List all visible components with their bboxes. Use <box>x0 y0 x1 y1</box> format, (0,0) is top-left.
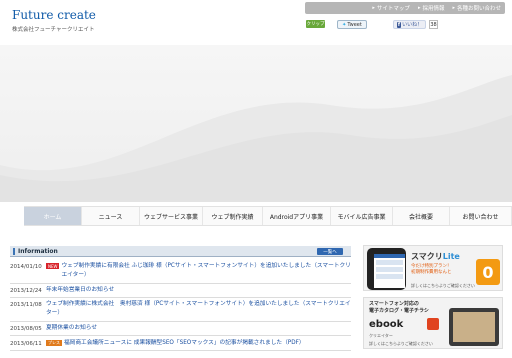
ebook-book-icon <box>427 318 439 330</box>
nav-home[interactable]: ホーム <box>24 207 82 225</box>
banner-line-1: スマートフォン対応の <box>369 301 419 307</box>
nav-android-app[interactable]: Androidアプリ事業 <box>263 207 331 225</box>
like-count: 38 <box>429 20 438 29</box>
banner-text: 今だけ特別プラン！ 初期制作費用なんと <box>411 264 452 276</box>
news-link[interactable]: ウェブ制作実績に有限会社 ふじ珈琲 様（PCサイト・スマートフォンサイト）を追加… <box>61 262 351 279</box>
nav-mobile-ads[interactable]: モバイル広告事業 <box>331 207 393 225</box>
facebook-like-button[interactable]: f いいね！ <box>393 20 426 29</box>
like-label: いいね！ <box>402 22 423 28</box>
press-badge: プレス <box>46 340 62 346</box>
news-item: 2014/01/10 NEW ウェブ制作実績に有限会社 ふじ珈琲 様（PCサイト… <box>10 262 351 284</box>
logo[interactable]: Future create <box>12 8 96 22</box>
banner-text: スマートフォン対応の 電子カタログ・電子チラシ <box>369 301 429 315</box>
news-date: 2013/11/08 <box>10 302 42 308</box>
news-link[interactable]: 年末年始営業日のお知らせ <box>46 286 114 295</box>
nav-news[interactable]: ニュース <box>82 207 140 225</box>
news-item: 2013/12/24 年末年始営業日のお知らせ <box>10 286 351 298</box>
news-link[interactable]: ウェブ制作実績に株式会社 奥村慈済 様（PCサイト・スマートフォンサイト）を追加… <box>46 300 351 317</box>
nav-web-works[interactable]: ウェブ制作実績 <box>203 207 263 225</box>
news-date: 2013/12/24 <box>10 288 42 294</box>
banner-line-2: 電子カタログ・電子チラシ <box>369 308 429 314</box>
sitemap-link[interactable]: ▸ サイトマップ <box>372 4 410 12</box>
recruit-label: 採用情報 <box>422 6 445 12</box>
banner-title-main: スマクリ <box>411 252 443 261</box>
news-date: 2013/06/11 <box>10 341 42 347</box>
banner-line-2: 初期制作費用なんと <box>411 270 452 275</box>
banner-title: スマクリLite <box>411 251 460 262</box>
information-title: Information <box>13 247 58 255</box>
news-link[interactable]: 福岡商工会議所ニュースに 成果報酬型SEO「SEOマックス」の記事が掲載されまし… <box>64 339 305 348</box>
ebook-creator-banner[interactable]: スマートフォン対応の 電子カタログ・電子チラシ ebook クリエイター 詳しく… <box>363 297 503 349</box>
contact-label: 各種お問い合わせ <box>456 6 501 12</box>
hero-wave-graphic <box>0 75 512 202</box>
contact-link[interactable]: ▸ 各種お問い合わせ <box>452 4 501 12</box>
arrow-icon: ▸ <box>372 5 375 11</box>
tweet-button[interactable]: ✦ Tweet <box>337 20 367 29</box>
new-badge: NEW <box>46 263 60 269</box>
nav-web-service[interactable]: ウェブサービス事業 <box>140 207 203 225</box>
news-item: 2013/06/11 プレス 福岡商工会議所ニュースに 成果報酬型SEO「SEO… <box>10 339 351 351</box>
company-name: 株式会社フューチャークリエイト <box>12 27 95 33</box>
twitter-bird-icon: ✦ <box>342 21 347 28</box>
news-item: 2013/11/08 ウェブ制作実績に株式会社 奥村慈済 様（PCサイト・スマー… <box>10 300 351 322</box>
ebook-logo: ebook <box>369 319 404 330</box>
news-date: 2013/08/05 <box>10 326 42 332</box>
information-header: Information <box>10 246 351 257</box>
clip-button[interactable]: クリップ <box>306 20 325 28</box>
news-date: 2014/01/10 <box>10 264 42 270</box>
tweet-label: Tweet <box>347 21 362 28</box>
nav-company[interactable]: 会社概要 <box>393 207 450 225</box>
smacre-lite-banner[interactable]: スマクリLite 今だけ特別プラン！ 初期制作費用なんと 0 詳しくはこちらより… <box>363 245 503 291</box>
smartphone-image <box>367 248 406 290</box>
zero-yen-badge: 0 <box>476 259 500 285</box>
nav-contact[interactable]: お問い合わせ <box>450 207 512 225</box>
news-list-button[interactable]: 一覧へ <box>317 248 343 255</box>
utility-bar: ▸ サイトマップ ▸ 採用情報 ▸ 各種お問い合わせ <box>305 2 505 14</box>
recruit-link[interactable]: ▸ 採用情報 <box>418 4 445 12</box>
tablet-image <box>449 308 499 346</box>
facebook-icon: f <box>396 21 402 28</box>
arrow-icon: ▸ <box>452 5 455 11</box>
hero-banner <box>0 45 512 202</box>
banner-link: 詳しくはこちらよりご確認ください <box>369 341 433 346</box>
news-item: 2013/08/05 夏期休業のお知らせ <box>10 324 351 336</box>
banner-title-accent: Lite <box>442 252 460 261</box>
arrow-icon: ▸ <box>417 5 421 11</box>
global-nav: ホーム ニュース ウェブサービス事業 ウェブ制作実績 Androidアプリ事業 … <box>24 206 512 226</box>
banner-link: 詳しくはこちらよりご確認ください <box>411 283 475 288</box>
news-link[interactable]: 夏期休業のお知らせ <box>46 324 97 333</box>
sitemap-label: サイトマップ <box>376 6 410 12</box>
ebook-sub: クリエイター <box>369 333 393 338</box>
